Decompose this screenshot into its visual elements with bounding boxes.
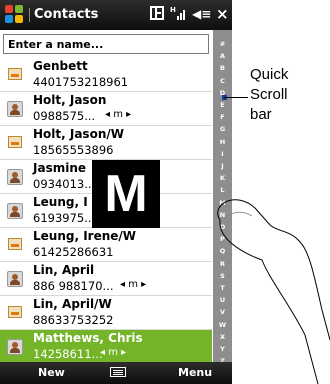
alpha-letter[interactable]: A [213, 52, 232, 60]
scroll-letter-overlay: M [92, 160, 160, 228]
card-icon [8, 238, 22, 250]
contact-row[interactable]: Holt, Jason/W 18565553896 [0, 126, 212, 160]
contact-number: 88633753252 [33, 313, 114, 327]
title-bar: Contacts H ◀≡ × [0, 0, 232, 30]
contact-row[interactable]: Lin, April 886 988170... ◂ m ▸ [0, 262, 212, 296]
search-input[interactable]: Enter a name... [3, 34, 209, 54]
more-numbers-indicator[interactable]: ◂ m ▸ [105, 109, 131, 120]
contact-number: 6193975... [33, 211, 96, 225]
alpha-letter[interactable]: I [213, 150, 232, 158]
alpha-letter[interactable]: B [213, 64, 232, 72]
signal-icon[interactable]: H [170, 6, 186, 22]
search-row: Enter a name... [0, 30, 232, 58]
contact-name: Holt, Jason/W [33, 127, 124, 141]
title-separator [29, 8, 30, 22]
connection-icon[interactable] [150, 6, 164, 20]
alpha-letter[interactable]: # [213, 40, 232, 48]
contact-row[interactable]: Genbett 4401753218961 [0, 58, 212, 92]
alpha-letter[interactable]: G [213, 125, 232, 133]
contact-row[interactable]: Lin, April/W 88633753252 [0, 296, 212, 330]
contact-number: 14258611... [33, 347, 103, 361]
windows-start-icon[interactable] [5, 5, 25, 25]
menu-bar: New Menu [0, 362, 232, 384]
contact-name: Jasmine [33, 161, 87, 175]
keyboard-icon[interactable] [110, 367, 126, 377]
contact-name: Holt, Jason [33, 93, 107, 107]
contact-row-selected[interactable]: Matthews, Chris 14258611... ◂ m ▸ [0, 330, 212, 364]
app-title: Contacts [34, 7, 99, 22]
close-button[interactable]: × [216, 5, 229, 23]
alpha-letter[interactable]: H [213, 138, 232, 146]
contact-row[interactable]: Holt, Jason 0988575... ◂ m ▸ [0, 92, 212, 126]
contact-number: 61425286631 [33, 245, 114, 259]
contact-number: 0988575... [33, 109, 96, 123]
finger-illustration [217, 199, 330, 384]
more-numbers-indicator[interactable]: ◂ m ▸ [100, 347, 126, 358]
contact-number: 0934013... [33, 177, 96, 191]
callout-label: Quick Scroll bar [250, 65, 328, 125]
alpha-letter[interactable]: F [213, 113, 232, 121]
contact-name: Matthews, Chris [33, 331, 143, 345]
person-icon [7, 203, 23, 219]
contact-name: Lin, April/W [33, 297, 112, 311]
new-softkey[interactable]: New [38, 366, 65, 379]
callout-line-2: Scroll [250, 86, 288, 103]
contact-row[interactable]: Leung, Irene/W 61425286631 [0, 228, 212, 262]
alpha-letter[interactable]: C [213, 77, 232, 85]
contact-number: 886 988170... [33, 279, 114, 293]
callout-line [224, 97, 248, 98]
alpha-letter[interactable]: K [213, 174, 232, 182]
callout-line-1: Quick [250, 66, 289, 83]
alpha-letter[interactable]: E [213, 101, 232, 109]
contact-name: Genbett [33, 59, 88, 73]
card-icon [8, 68, 22, 80]
person-icon [7, 169, 23, 185]
callout-line-3: bar [250, 106, 272, 123]
contact-number: 18565553896 [33, 143, 114, 157]
phone-screen: Contacts H ◀≡ × Enter a name... Genbett … [0, 0, 232, 384]
contact-number: 4401753218961 [33, 75, 129, 89]
card-icon [8, 306, 22, 318]
person-icon [7, 339, 23, 355]
volume-icon[interactable]: ◀≡ [192, 7, 211, 21]
card-icon [8, 136, 22, 148]
more-numbers-indicator[interactable]: ◂ m ▸ [120, 279, 146, 290]
person-icon [7, 271, 23, 287]
contact-name: Lin, April [33, 263, 95, 277]
contact-name: Leung, I [33, 195, 88, 209]
contact-name: Leung, Irene/W [33, 229, 137, 243]
person-icon [7, 101, 23, 117]
alpha-letter[interactable]: J [213, 162, 232, 170]
